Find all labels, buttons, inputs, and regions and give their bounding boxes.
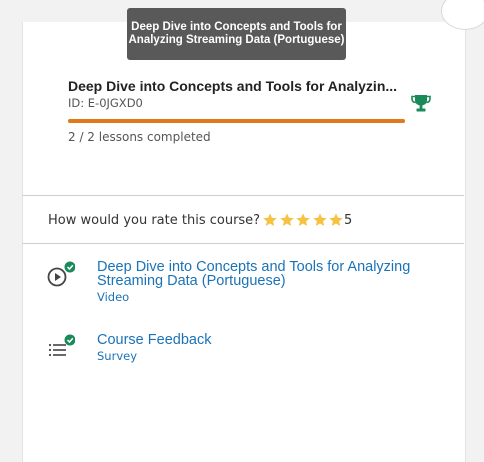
progress-bar — [68, 119, 405, 123]
star-icon[interactable] — [295, 212, 311, 228]
course-title[interactable]: Deep Dive into Concepts and Tools for An… — [68, 78, 406, 94]
close-button[interactable] — [441, 0, 484, 30]
title-tooltip: Deep Dive into Concepts and Tools for An… — [127, 8, 346, 60]
star-icon[interactable] — [262, 212, 278, 228]
tooltip-text: Deep Dive into Concepts and Tools for An… — [128, 21, 345, 46]
item-title-survey[interactable]: Course Feedback — [97, 333, 437, 348]
star-icon[interactable] — [328, 212, 344, 228]
divider — [22, 195, 464, 196]
item-type-video: Video — [97, 290, 130, 304]
progress-fill — [68, 119, 405, 123]
rating-value: 5 — [344, 213, 353, 228]
item-title-video[interactable]: Deep Dive into Concepts and Tools for An… — [97, 260, 437, 289]
star-icon[interactable] — [279, 212, 295, 228]
course-id: ID: E-0JGXD0 — [68, 96, 143, 110]
list-icon — [48, 334, 75, 357]
divider — [22, 243, 464, 244]
play-circle-icon — [47, 261, 75, 287]
star-icon[interactable] — [312, 212, 328, 228]
lessons-completed: 2 / 2 lessons completed — [68, 130, 211, 144]
rating-question: How would you rate this course? — [48, 213, 261, 228]
trophy-icon — [411, 95, 431, 112]
item-type-survey: Survey — [97, 349, 138, 363]
star-rating[interactable] — [262, 212, 345, 228]
